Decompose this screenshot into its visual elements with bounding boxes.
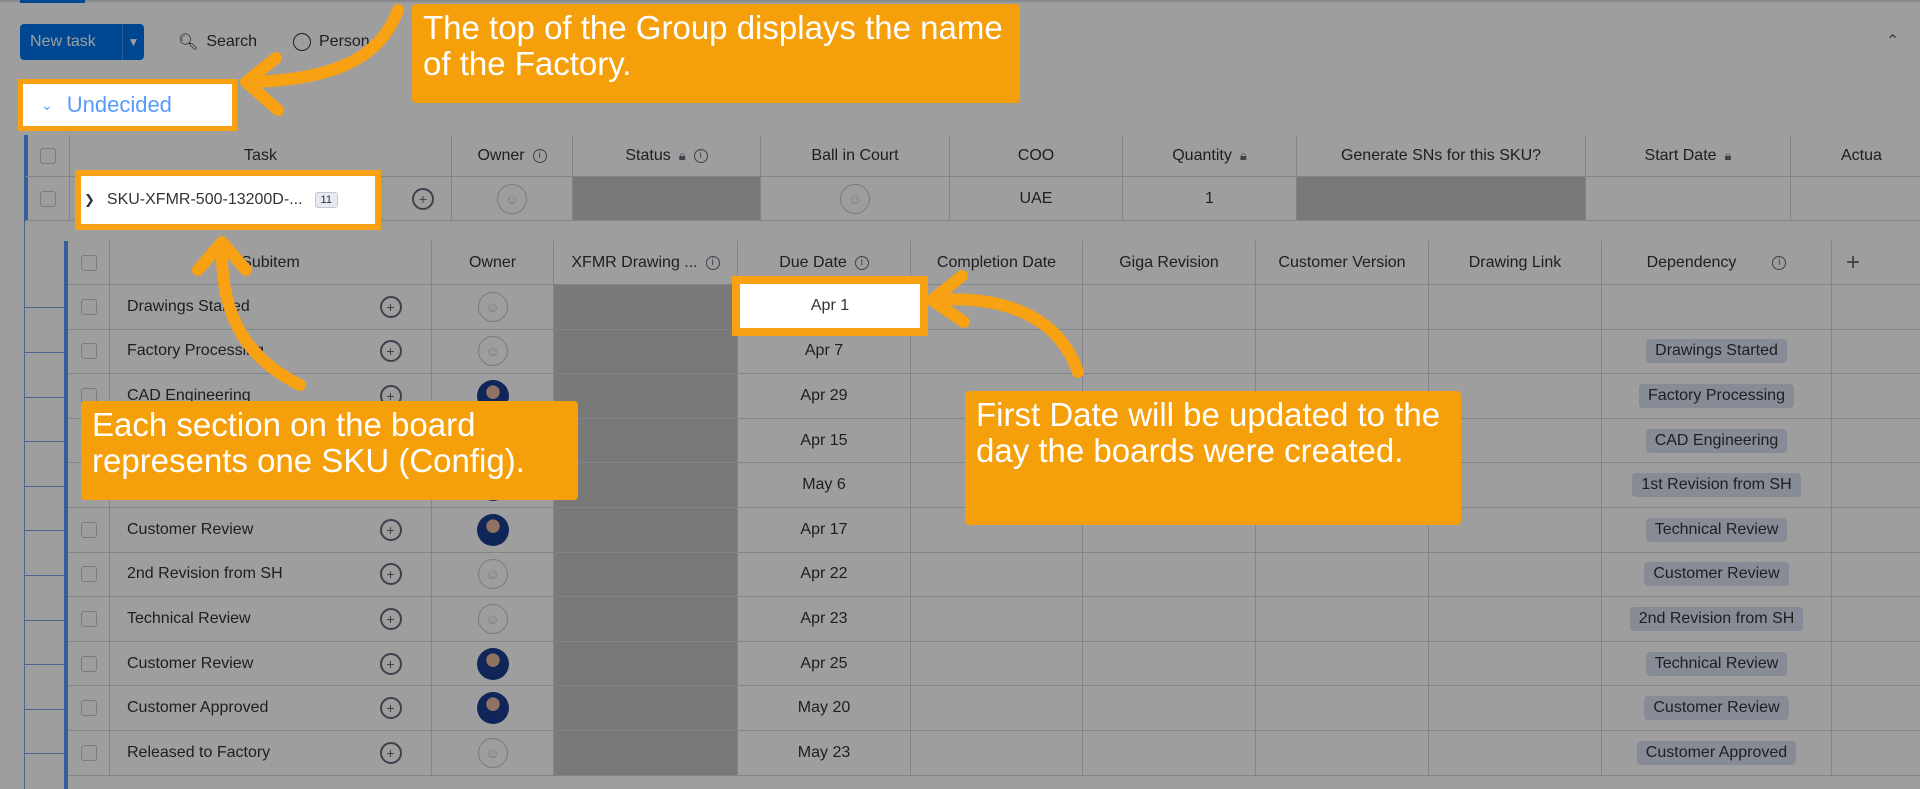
annotation-arrows (192, 4, 1084, 391)
arrow-to-group-title (244, 4, 404, 88)
arrow-to-item (215, 240, 306, 391)
